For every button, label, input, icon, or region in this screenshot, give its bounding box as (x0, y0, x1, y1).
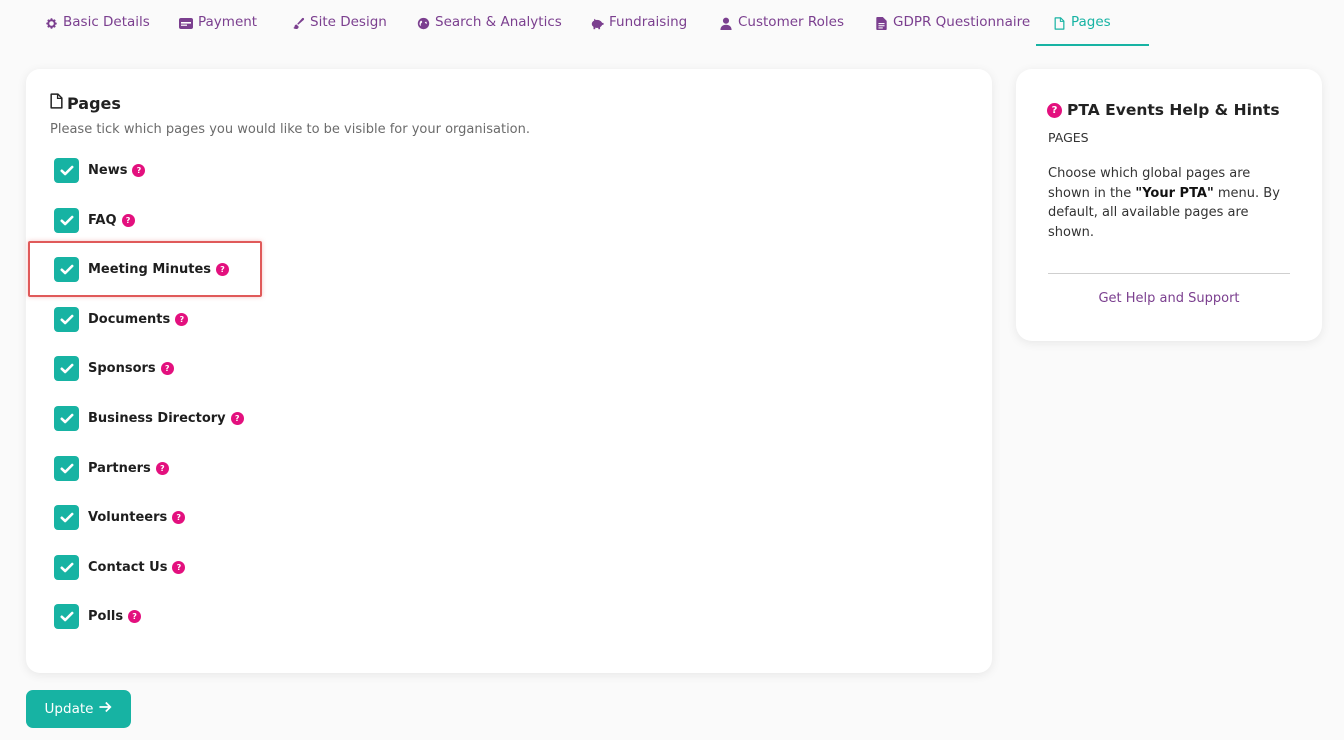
page-checkbox[interactable] (54, 604, 79, 630)
help-icon[interactable]: ? (155, 461, 169, 475)
checkmark-icon (60, 612, 73, 622)
tab-label: Pages (1071, 14, 1111, 30)
page-label: Sponsors (88, 361, 156, 377)
tab-basic-details[interactable]: Basic Details (44, 14, 150, 46)
page-label: Polls (88, 609, 124, 625)
help-title-text: PTA Events Help & Hints (1067, 101, 1280, 119)
help-icon[interactable]: ? (121, 213, 135, 227)
paint-brush-icon (291, 16, 305, 30)
help-icon[interactable]: ? (230, 412, 244, 425)
checkmark-icon (60, 165, 73, 176)
tab-search-analytics[interactable]: Search & Analytics (416, 14, 562, 46)
file-icon (50, 93, 63, 113)
page-checkbox[interactable] (54, 207, 79, 233)
user-icon (719, 16, 733, 30)
help-hints-card: ? PTA Events Help & Hints PAGES Choose w… (1016, 69, 1322, 341)
pages-settings-card: Pages Please tick which pages you would … (26, 69, 992, 673)
tab-label: Search & Analytics (435, 14, 562, 30)
page-row: Polls? (54, 604, 142, 630)
checkmark-icon (60, 215, 73, 225)
help-section-label: PAGES (1048, 130, 1089, 145)
help-divider (1048, 273, 1290, 274)
page-row: News? (54, 158, 146, 183)
card-subtitle: Please tick which pages you would like t… (50, 122, 531, 137)
tab-site-design[interactable]: Site Design (291, 14, 387, 46)
page-checkbox[interactable] (54, 356, 79, 382)
page-label: Contact Us (88, 559, 168, 575)
checkmark-icon (60, 562, 73, 573)
page-label: Business Directory (88, 411, 226, 426)
question-circle-icon: ? (1047, 102, 1062, 118)
page-row: Business Directory? (54, 406, 244, 431)
help-icon[interactable]: ? (160, 362, 174, 376)
arrow-right-icon (99, 701, 112, 717)
card-title-text: Pages (67, 93, 121, 113)
page-row: Sponsors? (54, 356, 174, 382)
checkmark-icon (60, 463, 73, 473)
page-row: FAQ? (54, 207, 135, 233)
tab-label: GDPR Questionnaire (893, 14, 1031, 30)
help-icon[interactable]: ? (128, 610, 142, 624)
tab-label: Fundraising (609, 14, 688, 30)
checkmark-icon (60, 364, 73, 374)
piggy-bank-icon (590, 16, 604, 30)
tab-label: Payment (198, 14, 258, 30)
tab-label: Site Design (310, 14, 387, 30)
checkmark-icon (60, 512, 73, 523)
page-label: Volunteers (88, 510, 168, 526)
help-text-bold: "Your PTA" (1135, 185, 1214, 201)
stripe-icon (179, 16, 193, 30)
settings-tab-bar: Basic Details Payment Site Design Search… (0, 0, 1344, 46)
page-row: Documents? (54, 306, 189, 332)
page-checkbox[interactable] (54, 406, 79, 431)
page-label: News (88, 163, 128, 178)
tab-label: Customer Roles (738, 14, 844, 30)
tab-customer-roles[interactable]: Customer Roles (719, 14, 844, 46)
page-label: FAQ (88, 212, 117, 228)
page-row: Contact Us? (54, 554, 186, 580)
gear-icon (44, 16, 58, 30)
card-title: Pages (50, 93, 121, 113)
tab-fundraising[interactable]: Fundraising (590, 14, 687, 46)
help-description: Choose which global pages are shown in t… (1048, 164, 1292, 242)
get-help-support-link[interactable]: Get Help and Support (1048, 291, 1290, 306)
page-checkbox[interactable] (54, 455, 79, 481)
help-icon[interactable]: ? (175, 312, 189, 326)
help-icon[interactable]: ? (172, 511, 186, 525)
checkmark-icon (60, 413, 73, 424)
page-label: Partners (88, 460, 151, 476)
page-row: Volunteers? (54, 505, 186, 531)
tab-label: Basic Details (63, 14, 150, 30)
highlight-box-meeting-minutes (28, 241, 262, 297)
update-button-label: Update (44, 701, 94, 717)
globe-icon (416, 16, 430, 30)
page-row: Partners? (54, 455, 169, 481)
tab-payment[interactable]: Payment (179, 14, 257, 46)
document-icon (874, 16, 888, 30)
help-title: ? PTA Events Help & Hints (1047, 101, 1280, 119)
checkmark-icon (60, 314, 73, 325)
page-checkbox[interactable] (54, 158, 79, 183)
help-icon[interactable]: ? (172, 560, 186, 574)
file-icon (1052, 16, 1066, 30)
page-checkbox[interactable] (54, 505, 79, 531)
tab-gdpr-questionnaire[interactable]: GDPR Questionnaire (874, 14, 1030, 46)
update-button[interactable]: Update (26, 690, 131, 728)
page-checkbox[interactable] (54, 306, 79, 332)
tab-pages[interactable]: Pages (1036, 14, 1149, 46)
page-label: Documents (88, 311, 171, 327)
page-checkbox[interactable] (54, 554, 79, 580)
help-icon[interactable]: ? (132, 164, 146, 177)
